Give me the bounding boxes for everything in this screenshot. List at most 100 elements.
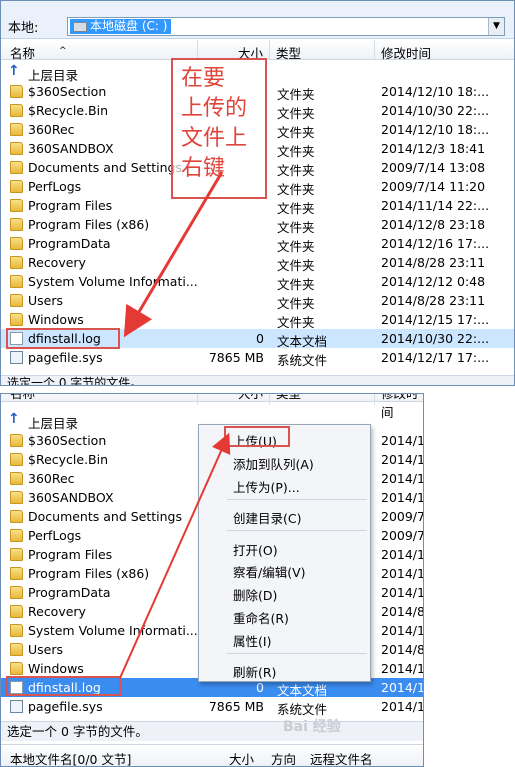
row-size: 7865 MB (208, 699, 264, 714)
menu-properties[interactable]: 属性(I) (233, 631, 271, 650)
row-name: ProgramData (28, 585, 111, 600)
row-size: 0 (256, 680, 264, 695)
table-row[interactable]: Recovery 文件夹 2014/8/28 23:11 (1, 253, 514, 273)
column-header-2: 名称 大小 类型 修改时间 (1, 394, 423, 420)
watermark: Bai 经验 (283, 719, 341, 735)
folder-icon (10, 313, 23, 326)
row-modified: 2014/12/8 23:18 (381, 217, 486, 232)
address-label: 本地: (8, 21, 39, 36)
row-name: Users (28, 642, 64, 657)
menu-rename[interactable]: 重命名(R) (233, 608, 289, 627)
row-modified: 2014/10/30 22:... (381, 103, 490, 118)
file-highlight-box-2 (6, 676, 121, 696)
row-name: Program Files (28, 198, 113, 213)
row-name: pagefile.sys (28, 350, 103, 365)
row-modified: 2014/1 (381, 699, 424, 714)
menu-view-edit[interactable]: 察看/编辑(V) (233, 562, 306, 581)
row-modified: 2014/1 (381, 661, 424, 676)
up-arrow-icon: ↑ (8, 63, 20, 79)
col-name-2[interactable]: 名称 (10, 394, 35, 402)
table-row[interactable]: Windows 文件夹 2014/12/15 17:... (1, 310, 514, 330)
status-bar: 选定一个 0 字节的文件。 (1, 375, 514, 385)
annotation-box: 在要 上传的 文件上 右键 (171, 58, 267, 199)
row-name: Documents and Settings (28, 509, 183, 524)
row-name: $360Section (28, 433, 107, 448)
folder-icon (10, 643, 23, 656)
menu-upload-as[interactable]: 上传为(P)... (233, 477, 300, 496)
status-bar-2: 选定一个 0 字节的文件。 (1, 721, 423, 741)
row-name: Program Files (x86) (28, 217, 150, 232)
col-type-2[interactable]: 类型 (276, 394, 301, 402)
address-selected: 本地磁盘 (C: ) (70, 19, 172, 34)
queue-col-remote[interactable]: 远程文件名 (310, 749, 373, 766)
menu-create-dir[interactable]: 创建目录(C) (233, 508, 301, 527)
row-name: 360Rec (28, 471, 75, 486)
folder-icon (10, 123, 23, 136)
row-modified: 2014/8 (381, 642, 424, 657)
row-modified: 2014/12/17 17:... (381, 350, 490, 365)
col-name[interactable]: 名称 (10, 43, 35, 62)
table-row[interactable]: pagefile.sys 7865 MB 系统文件 2014/1 (1, 697, 424, 717)
sort-icon: ^ (59, 46, 67, 56)
folder-icon (10, 104, 23, 117)
folder-icon (10, 256, 23, 269)
queue-col-name[interactable]: 本地文件名[0/0 文节] (10, 749, 131, 766)
folder-icon (10, 237, 23, 250)
row-name: PerfLogs (28, 528, 82, 543)
column-header: 名称 ^ 大小 类型 修改时间 (1, 40, 514, 62)
row-modified: 2014/12/10 18:... (381, 84, 490, 99)
row-modified: 2014/1 (381, 471, 424, 486)
folder-icon (10, 199, 23, 212)
highlight-box (6, 328, 120, 349)
row-name: Windows (28, 312, 84, 327)
col-modified[interactable]: 修改时间 (381, 43, 431, 62)
folder-icon (10, 586, 23, 599)
row-size: 7865 MB (208, 350, 264, 365)
menu-add-queue[interactable]: 添加到队列(A) (233, 454, 314, 473)
folder-icon (10, 275, 23, 288)
row-modified: 2014/12/3 18:41 (381, 141, 486, 156)
row-modified: 2014/1 (381, 566, 424, 581)
row-modified: 2014/11/14 22:... (381, 198, 490, 213)
row-modified: 2009/7/14 11:20 (381, 179, 486, 194)
menu-open[interactable]: 打开(O) (233, 540, 278, 559)
dropdown-arrow-icon[interactable]: ▼ (488, 18, 504, 35)
context-menu: 上传(U) 添加到队列(A) 上传为(P)... 创建目录(C) 打开(O) 察… (198, 424, 371, 682)
row-modified: 2009/7 (381, 528, 424, 543)
table-row[interactable]: Users 文件夹 2014/8/28 23:11 (1, 291, 514, 311)
table-row[interactable]: ProgramData 文件夹 2014/12/16 17:... (1, 234, 514, 254)
row-modified: 2009/7/14 13:08 (381, 160, 486, 175)
row-name: System Volume Informati... (28, 274, 198, 289)
folder-icon (10, 624, 23, 637)
folder-icon (10, 180, 23, 193)
annotation-line-4: 右键 (181, 156, 226, 181)
row-name: Program Files (28, 547, 113, 562)
address-value: 本地磁盘 (C: ) (90, 19, 168, 33)
folder-icon (10, 85, 23, 98)
row-type: 系统文件 (277, 353, 328, 368)
folder-icon (10, 510, 23, 523)
row-size: 0 (256, 331, 264, 346)
parent-dir-label-2: 上层目录 (28, 416, 79, 431)
row-modified: 2014/1 (381, 585, 424, 600)
col-type[interactable]: 类型 (276, 43, 301, 62)
row-name: Recovery (28, 604, 86, 619)
row-modified: 2014/12/15 17:... (381, 312, 490, 327)
table-row[interactable]: System Volume Informati... 文件夹 2014/12/12 … (1, 272, 514, 292)
row-modified: 2014/1 (381, 623, 424, 638)
menu-delete[interactable]: 删除(D) (233, 585, 277, 604)
row-modified: 2009/7 (381, 509, 424, 524)
row-modified: 2014/8/28 23:11 (381, 293, 486, 308)
table-row[interactable]: Program Files (x86) 文件夹 2014/12/8 23:18 (1, 215, 514, 235)
address-combo[interactable]: 本地磁盘 (C: ) ▼ (67, 17, 505, 36)
folder-icon (10, 491, 23, 504)
menu-refresh[interactable]: 刷新(R) (233, 662, 276, 681)
row-modified: 2014/1 (381, 433, 424, 448)
col-size-2[interactable]: 大小 (238, 394, 263, 402)
queue-col-size[interactable]: 大小 (229, 749, 254, 766)
folder-icon (10, 529, 23, 542)
folder-icon (10, 567, 23, 580)
folder-icon (10, 294, 23, 307)
queue-col-direction[interactable]: 方向 (271, 749, 296, 766)
table-row[interactable]: pagefile.sys 7865 MB 系统文件 2014/12/17 17:... (1, 348, 514, 368)
